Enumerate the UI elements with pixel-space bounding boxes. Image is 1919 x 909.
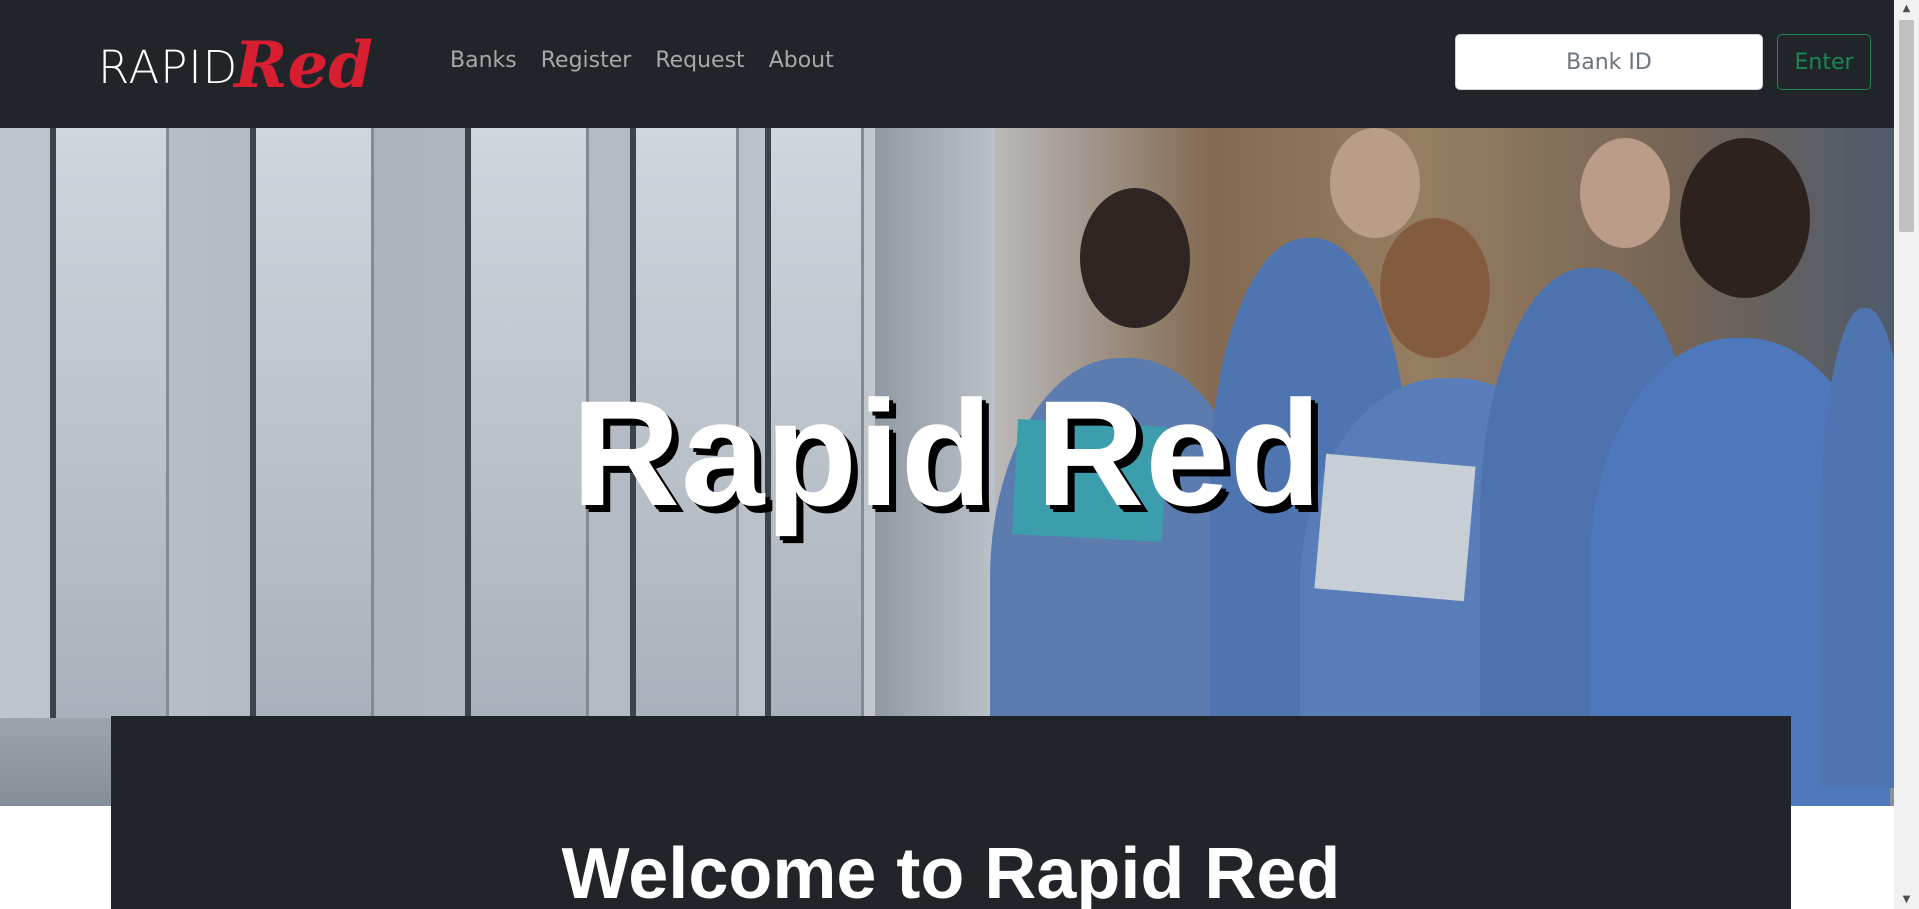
hero-banner: Rapid Red <box>0 128 1894 806</box>
enter-button[interactable]: Enter <box>1777 34 1871 90</box>
welcome-panel: Welcome to Rapid Red <box>111 716 1791 909</box>
nav-link-register[interactable]: Register <box>541 48 632 73</box>
logo-text-red: Red <box>234 28 373 103</box>
nav-links: Banks Register Request About <box>450 48 834 73</box>
page: RAPID Red Banks Register Request About E… <box>0 0 1919 909</box>
triangle-up-icon[interactable]: ▲ <box>1894 0 1919 18</box>
nav-link-about[interactable]: About <box>769 48 834 73</box>
nav-link-request[interactable]: Request <box>655 48 744 73</box>
triangle-down-icon[interactable]: ▼ <box>1894 891 1919 909</box>
hero-title: Rapid Red <box>571 369 1323 537</box>
logo-text-rapid: RAPID <box>98 41 239 94</box>
nav-link-banks[interactable]: Banks <box>450 48 517 73</box>
bank-id-input[interactable] <box>1455 34 1763 90</box>
brand-logo[interactable]: RAPID Red <box>98 28 373 98</box>
scrollbar-thumb[interactable] <box>1899 20 1914 232</box>
welcome-title: Welcome to Rapid Red <box>561 834 1341 909</box>
page-scrollbar[interactable]: ▲ ▼ <box>1894 0 1919 909</box>
navbar: RAPID Red Banks Register Request About E… <box>0 0 1894 128</box>
